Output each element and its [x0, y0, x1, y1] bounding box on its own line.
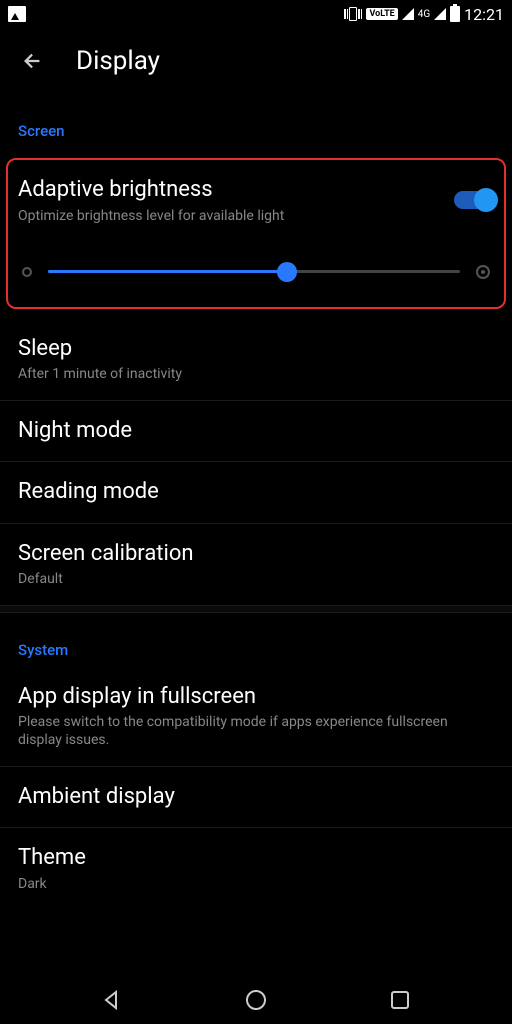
battery-icon [450, 6, 460, 22]
signal-icon [402, 8, 414, 20]
ambient-display-item[interactable]: Ambient display [0, 767, 512, 829]
adaptive-brightness-toggle[interactable] [454, 191, 494, 209]
navigation-bar [0, 976, 512, 1024]
fullscreen-title: App display in fullscreen [18, 683, 494, 712]
nav-recent-icon[interactable] [388, 988, 412, 1012]
night-mode-title: Night mode [18, 417, 494, 446]
reading-mode-item[interactable]: Reading mode [0, 462, 512, 524]
back-icon[interactable] [22, 50, 44, 72]
fullscreen-item[interactable]: App display in fullscreen Please switch … [0, 667, 512, 767]
volte-badge: VoLTE [366, 8, 397, 20]
screen-calibration-title: Screen calibration [18, 540, 494, 569]
adaptive-brightness-subtitle: Optimize brightness level for available … [18, 207, 284, 225]
fullscreen-subtitle: Please switch to the compatibility mode … [18, 713, 494, 749]
photos-icon [8, 6, 26, 22]
app-header: Display [0, 28, 512, 94]
nav-back-icon[interactable] [100, 988, 124, 1012]
highlight-annotation: Adaptive brightness Optimize brightness … [6, 158, 506, 309]
page-title: Display [76, 46, 160, 76]
reading-mode-title: Reading mode [18, 478, 494, 507]
night-mode-item[interactable]: Night mode [0, 401, 512, 463]
theme-title: Theme [18, 844, 494, 873]
sleep-subtitle: After 1 minute of inactivity [18, 365, 494, 383]
screen-calibration-subtitle: Default [18, 570, 494, 588]
section-label-screen: Screen [0, 94, 512, 148]
status-bar: VoLTE 4G 12:21 [0, 0, 512, 28]
sleep-title: Sleep [18, 335, 494, 364]
brightness-low-icon [22, 267, 32, 277]
brightness-slider[interactable] [18, 265, 494, 279]
network-label: 4G [418, 9, 430, 20]
signal-icon-2 [434, 8, 446, 20]
vibrate-icon [344, 7, 362, 21]
ambient-display-title: Ambient display [18, 783, 494, 812]
theme-subtitle: Dark [18, 875, 494, 893]
clock: 12:21 [464, 5, 504, 24]
section-divider [0, 605, 512, 613]
theme-item[interactable]: Theme Dark [0, 828, 512, 909]
screen-calibration-item[interactable]: Screen calibration Default [0, 524, 512, 605]
sleep-item[interactable]: Sleep After 1 minute of inactivity [0, 319, 512, 401]
section-label-system: System [0, 613, 512, 667]
adaptive-brightness-title[interactable]: Adaptive brightness [18, 176, 284, 205]
brightness-high-icon [476, 265, 490, 279]
nav-home-icon[interactable] [244, 988, 268, 1012]
